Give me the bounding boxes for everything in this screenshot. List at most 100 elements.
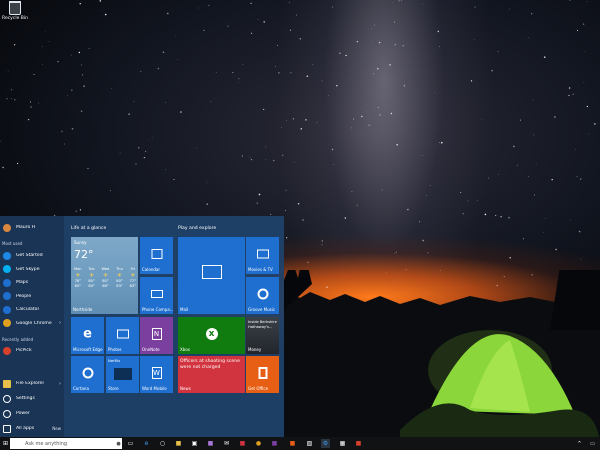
notification-icon[interactable]: ▭ — [588, 439, 597, 448]
mail-tile[interactable]: Mail — [178, 237, 245, 314]
start-item-get-started[interactable]: Get Started — [0, 249, 64, 262]
news-taskbar-icon[interactable]: ■ — [238, 439, 247, 448]
star — [275, 66, 276, 68]
star — [242, 64, 244, 66]
star — [100, 10, 102, 12]
groove-music-tile[interactable]: Groove Music — [246, 277, 279, 314]
settings-taskbar-icon[interactable]: ⚙ — [321, 439, 330, 448]
star — [533, 194, 535, 196]
photos-tile[interactable]: Photos — [106, 317, 139, 354]
word-tile[interactable]: W Word Mobile — [140, 356, 173, 393]
start-item-power[interactable]: Power — [0, 407, 64, 420]
star — [594, 123, 596, 125]
start-item-people[interactable]: People — [0, 290, 64, 303]
star — [104, 13, 107, 16]
star — [543, 231, 545, 233]
mail-taskbar-icon[interactable]: ✉ — [222, 439, 231, 448]
microphone-icon[interactable]: ● — [114, 439, 123, 448]
phone-companion-tile[interactable]: Phone Compa... — [140, 277, 174, 314]
star — [422, 155, 424, 156]
onenote-tile[interactable]: N OneNote — [140, 317, 173, 354]
money-tile[interactable]: Inside Berkshire Hathaway's... Money — [246, 317, 279, 354]
star — [87, 168, 89, 170]
news-tile[interactable]: Officers at shooting scene were not char… — [178, 356, 245, 393]
tile-label: Calendar — [142, 267, 160, 272]
office-taskbar-icon[interactable]: ■ — [288, 439, 297, 448]
star — [419, 221, 421, 223]
start-item-picpick[interactable]: PicPick — [0, 344, 64, 357]
edge-taskbar-icon[interactable]: e — [142, 439, 151, 448]
user-account[interactable]: Mauro H — [0, 221, 64, 234]
store-tile[interactable]: Netflix Store — [106, 356, 139, 393]
cortana-tile[interactable]: Cortana — [71, 356, 104, 393]
star — [177, 59, 178, 60]
star — [270, 213, 272, 215]
star — [203, 29, 205, 32]
star — [394, 44, 396, 46]
app2-taskbar-icon[interactable]: ■ — [354, 439, 363, 448]
sun-icon: ☀ — [88, 272, 95, 279]
recycle-bin[interactable]: Recycle Bin — [2, 1, 28, 21]
cortana-taskbar-icon[interactable]: ○ — [158, 439, 167, 448]
start-item-all-apps[interactable]: All apps New — [0, 422, 64, 435]
star — [568, 94, 570, 97]
star — [258, 193, 261, 196]
cortana-icon — [82, 367, 93, 379]
forecast-low: 63° — [116, 284, 123, 288]
avatar — [3, 223, 11, 232]
star — [339, 52, 341, 54]
music-disc-icon — [257, 288, 268, 300]
weather-tile[interactable]: Sunny 72° Mon ☀ 78° 65° Tue ☀ 80° 64° Wed ☀ 80° 66°… — [71, 237, 138, 314]
star — [321, 244, 323, 246]
onenote-taskbar-icon[interactable]: ■ — [206, 439, 215, 448]
star — [63, 143, 65, 145]
xbox-icon: x — [205, 328, 218, 341]
edge-icon: e — [83, 326, 92, 342]
task-view-icon[interactable]: ▭ — [126, 439, 135, 448]
photos-taskbar-icon[interactable]: ▨ — [305, 439, 314, 448]
app-taskbar-icon[interactable]: ■ — [270, 439, 279, 448]
edge-tile[interactable]: e Microsoft Edge — [71, 317, 104, 354]
tile-label: Groove Music — [248, 307, 276, 312]
star — [528, 37, 529, 38]
store-taskbar-icon[interactable]: ▣ — [190, 439, 199, 448]
star — [180, 111, 182, 113]
star — [569, 218, 571, 220]
start-item-settings[interactable]: Settings — [0, 392, 64, 405]
sun-icon: ☀ — [116, 272, 123, 279]
star — [523, 238, 524, 240]
calendar-tile[interactable]: Calendar — [140, 237, 173, 274]
file-explorer-taskbar-icon[interactable]: ■ — [174, 439, 183, 448]
star — [151, 137, 153, 138]
star — [578, 230, 581, 233]
star — [398, 0, 400, 2]
tile-label: Phone Compa... — [142, 307, 174, 312]
star — [470, 80, 473, 82]
cortana-search-box[interactable]: Ask me anything — [10, 438, 122, 449]
store-featured-app: Netflix — [108, 358, 121, 363]
start-item-maps[interactable]: Maps — [0, 276, 64, 289]
lightbulb-icon — [3, 251, 11, 260]
chrome-taskbar-icon[interactable]: ● — [254, 439, 263, 448]
picpick-taskbar-icon[interactable]: ▦ — [338, 439, 347, 448]
system-tray-arrow-icon[interactable]: ^ — [575, 439, 584, 448]
start-item-google-chrome[interactable]: Google Chrome › — [0, 317, 64, 330]
star — [422, 239, 425, 242]
star — [165, 101, 167, 103]
star — [257, 19, 259, 20]
movies-tv-tile[interactable]: Movies & TV — [246, 237, 279, 274]
windows-start-icon[interactable]: ⊞ — [1, 439, 10, 448]
start-item-file-explorer[interactable]: File Explorer › — [0, 377, 64, 390]
star — [282, 154, 284, 156]
xbox-tile[interactable]: x Xbox — [178, 317, 245, 354]
forecast-low: 64° — [88, 284, 95, 288]
star — [336, 84, 338, 87]
start-item-get-skype[interactable]: Get Skype — [0, 263, 64, 276]
picpick-icon — [3, 346, 11, 355]
start-item-calculator[interactable]: Calculator — [0, 303, 64, 316]
star — [79, 3, 81, 5]
star — [143, 156, 146, 159]
star — [137, 146, 140, 149]
star — [265, 146, 267, 148]
get-office-tile[interactable]: Get Office — [246, 356, 279, 393]
